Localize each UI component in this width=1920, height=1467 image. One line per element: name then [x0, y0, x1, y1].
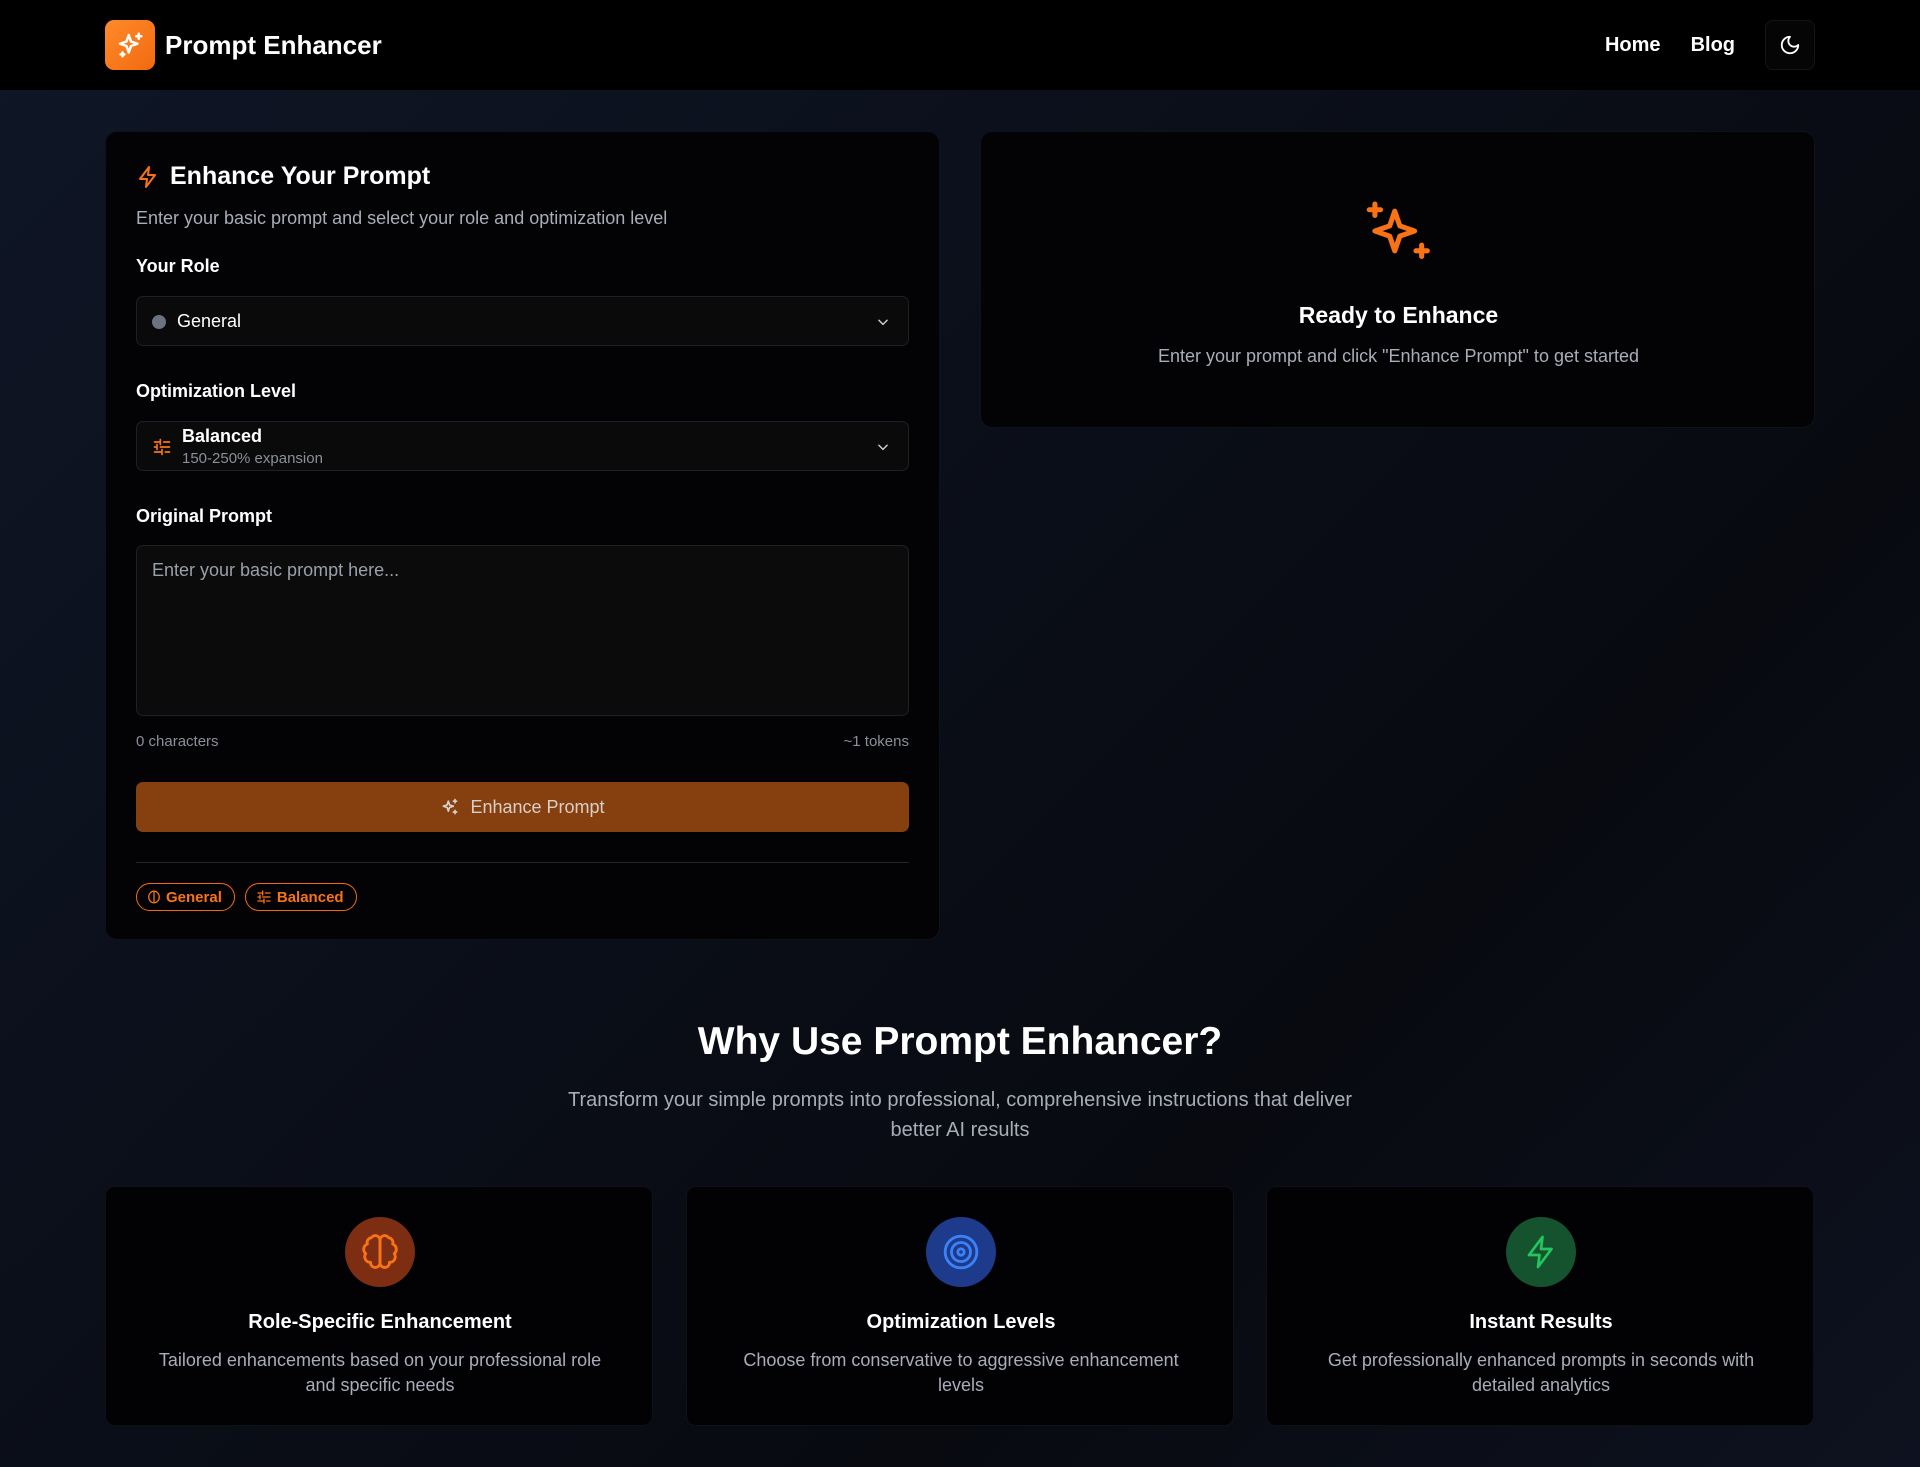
target-icon: [926, 1217, 996, 1287]
feature-card-instant: Instant Results Get professionally enhan…: [1266, 1186, 1814, 1426]
sparkles-icon: [1366, 201, 1430, 260]
ready-title: Ready to Enhance: [1298, 302, 1499, 328]
sliders-icon: [153, 438, 171, 456]
divider: [136, 862, 909, 863]
feature-title: Optimization Levels: [866, 1311, 1056, 1333]
feature-description: Tailored enhancements based on your prof…: [158, 1350, 602, 1395]
why-section-subtitle: Transform your simple prompts into profe…: [567, 1089, 1353, 1141]
brand[interactable]: Prompt Enhancer: [105, 20, 382, 70]
sparkles-icon: [442, 798, 458, 815]
enhance-prompt-label: Enhance Prompt: [470, 796, 605, 817]
role-select[interactable]: General: [136, 296, 909, 346]
selection-badges: General Balanced: [136, 883, 367, 911]
moon-icon: [1780, 35, 1800, 55]
level-badge: Balanced: [244, 883, 357, 911]
role-badge-label: General: [166, 888, 222, 906]
level-badge-label: Balanced: [276, 888, 344, 906]
optimization-level-label: Optimization Level: [136, 381, 297, 401]
zap-icon: [1506, 1217, 1576, 1287]
ready-subtitle: Enter your prompt and click "Enhance Pro…: [1157, 346, 1640, 366]
feature-description: Choose from conservative to aggressive e…: [743, 1350, 1179, 1395]
theme-toggle-button[interactable]: [1765, 20, 1815, 70]
role-select-value: General: [177, 311, 242, 331]
nav-home-link[interactable]: Home: [1605, 34, 1661, 57]
brand-name: Prompt Enhancer: [165, 29, 382, 60]
why-section-title: Why Use Prompt Enhancer?: [697, 1020, 1223, 1063]
character-count: 0 characters: [136, 733, 219, 750]
form-subtitle: Enter your basic prompt and select your …: [136, 208, 668, 228]
enhance-form-card: Enhance Your Prompt Enter your basic pro…: [105, 131, 940, 940]
role-dot-icon: [152, 315, 166, 329]
feature-card-levels: Optimization Levels Choose from conserva…: [686, 1186, 1234, 1426]
form-title-row: Enhance Your Prompt: [136, 162, 430, 191]
token-count: ~1 tokens: [843, 733, 909, 750]
brain-icon: [345, 1217, 415, 1287]
feature-description: Get professionally enhanced prompts in s…: [1327, 1350, 1755, 1395]
prompt-counts: 0 characters ~1 tokens: [136, 733, 909, 750]
feature-title: Instant Results: [1469, 1311, 1613, 1333]
feature-title: Role-Specific Enhancement: [248, 1311, 512, 1333]
ready-to-enhance-card: Ready to Enhance Enter your prompt and c…: [980, 131, 1815, 428]
optimization-level-select[interactable]: Balanced 150-250% expansion: [136, 421, 909, 471]
nav: Home Blog: [1605, 20, 1815, 70]
sparkles-logo-icon: [105, 20, 155, 70]
chevron-down-icon: [878, 319, 888, 326]
role-badge: General: [136, 883, 235, 911]
original-prompt-label: Original Prompt: [136, 506, 273, 526]
role-label: Your Role: [136, 256, 220, 276]
zap-icon: [139, 165, 156, 188]
sliders-icon: [257, 890, 271, 904]
top-navbar: Prompt Enhancer Home Blog: [0, 0, 1920, 90]
optimization-level-value: Balanced: [182, 426, 263, 446]
nav-blog-link[interactable]: Blog: [1691, 34, 1735, 57]
optimization-level-detail: 150-250% expansion: [182, 450, 323, 467]
brain-icon: [148, 890, 160, 904]
enhance-prompt-button[interactable]: Enhance Prompt: [136, 782, 909, 832]
form-title: Enhance Your Prompt: [170, 162, 431, 190]
feature-card-role: Role-Specific Enhancement Tailored enhan…: [105, 1186, 653, 1426]
original-prompt-textarea[interactable]: [136, 545, 909, 716]
chevron-down-icon: [878, 444, 888, 451]
